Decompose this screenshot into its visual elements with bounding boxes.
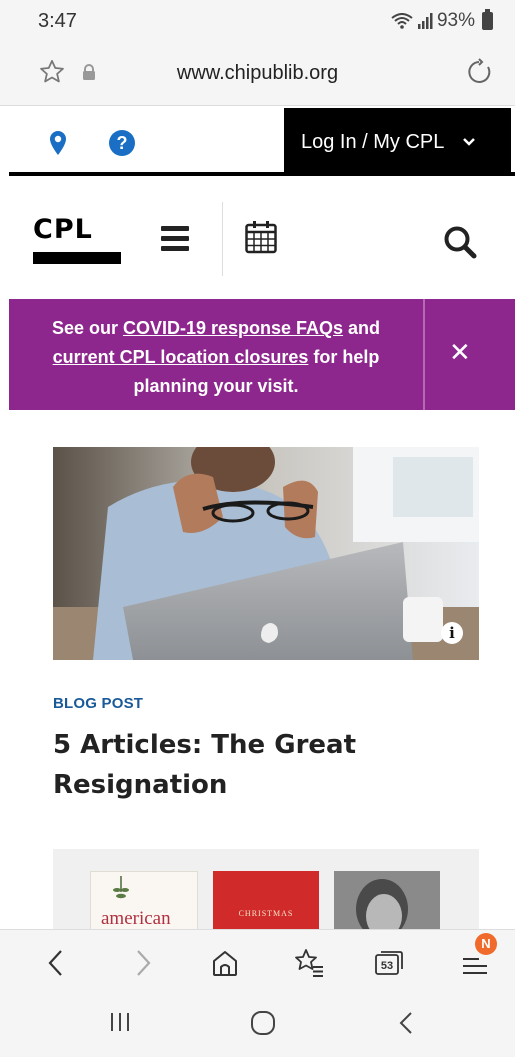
location-pin-icon[interactable] xyxy=(49,130,67,156)
back-icon[interactable] xyxy=(46,948,66,978)
close-icon[interactable]: ✕ xyxy=(449,337,471,368)
home-icon[interactable] xyxy=(210,948,240,978)
location-closures-link[interactable]: current CPL location closures xyxy=(53,347,309,367)
help-question-icon[interactable]: ? xyxy=(109,130,135,156)
system-back-icon[interactable] xyxy=(397,1010,415,1036)
status-bar: 3:47 93% xyxy=(0,0,515,42)
login-my-cpl-button[interactable]: Log In / My CPL xyxy=(284,108,511,176)
battery-percent: 93% xyxy=(436,10,475,31)
portrait-photo xyxy=(334,871,440,929)
browser-url-bar: www.chipublib.org xyxy=(0,42,515,106)
covid-faq-link[interactable]: COVID-19 response FAQs xyxy=(123,318,343,338)
alert-text-pre: See our xyxy=(51,318,123,338)
search-icon[interactable] xyxy=(443,225,477,259)
site-top-nav: ? Log In / My CPL xyxy=(9,108,515,176)
info-icon[interactable]: i xyxy=(441,622,463,644)
cpl-logo[interactable]: CPL xyxy=(33,214,93,245)
signal-icon xyxy=(417,13,433,29)
battery-icon xyxy=(482,9,493,30)
login-label: Log In / My CPL xyxy=(301,130,445,153)
article-title[interactable]: 5 Articles: The Great Resignation xyxy=(53,725,473,805)
divider xyxy=(222,202,223,276)
book-carousel: american CHRISTMAS xyxy=(53,849,479,929)
notification-badge: N xyxy=(475,933,497,955)
hero-photo xyxy=(53,447,479,660)
tabs-icon[interactable]: 53 xyxy=(374,948,404,978)
reload-icon[interactable] xyxy=(465,58,493,86)
browser-bottom-nav: 53 N xyxy=(0,929,515,1057)
logo-bar: CPL xyxy=(9,180,515,298)
hamburger-menu-icon[interactable] xyxy=(161,226,189,256)
alert-divider xyxy=(423,299,425,410)
book-cover[interactable]: american xyxy=(90,871,198,929)
bookmarks-icon[interactable] xyxy=(293,948,325,978)
recent-apps-icon[interactable] xyxy=(108,1010,132,1034)
status-indicators: 93% xyxy=(391,9,493,32)
url-text[interactable]: www.chipublib.org xyxy=(0,62,515,85)
book-title-text: CHRISTMAS xyxy=(238,909,294,918)
book-title-text: american xyxy=(101,908,171,929)
alert-message: See our COVID-19 response FAQs and curre… xyxy=(19,314,413,401)
wifi-icon xyxy=(391,13,413,29)
article-category: BLOG POST xyxy=(53,695,144,712)
mistletoe-icon xyxy=(113,876,129,899)
tabs-count: 53 xyxy=(380,960,394,972)
status-time: 3:47 xyxy=(38,10,77,32)
book-cover[interactable]: CHRISTMAS xyxy=(213,871,319,929)
alert-text-mid: and xyxy=(343,318,381,338)
book-cover[interactable] xyxy=(334,871,440,929)
forward-icon[interactable] xyxy=(133,948,153,978)
calendar-icon[interactable] xyxy=(245,220,277,254)
article-hero-image[interactable]: i xyxy=(53,447,479,660)
home-button-icon[interactable] xyxy=(250,1010,276,1036)
cpl-logo-bar xyxy=(33,252,121,264)
chevron-down-icon xyxy=(462,134,476,150)
covid-alert-banner: See our COVID-19 response FAQs and curre… xyxy=(9,299,515,410)
